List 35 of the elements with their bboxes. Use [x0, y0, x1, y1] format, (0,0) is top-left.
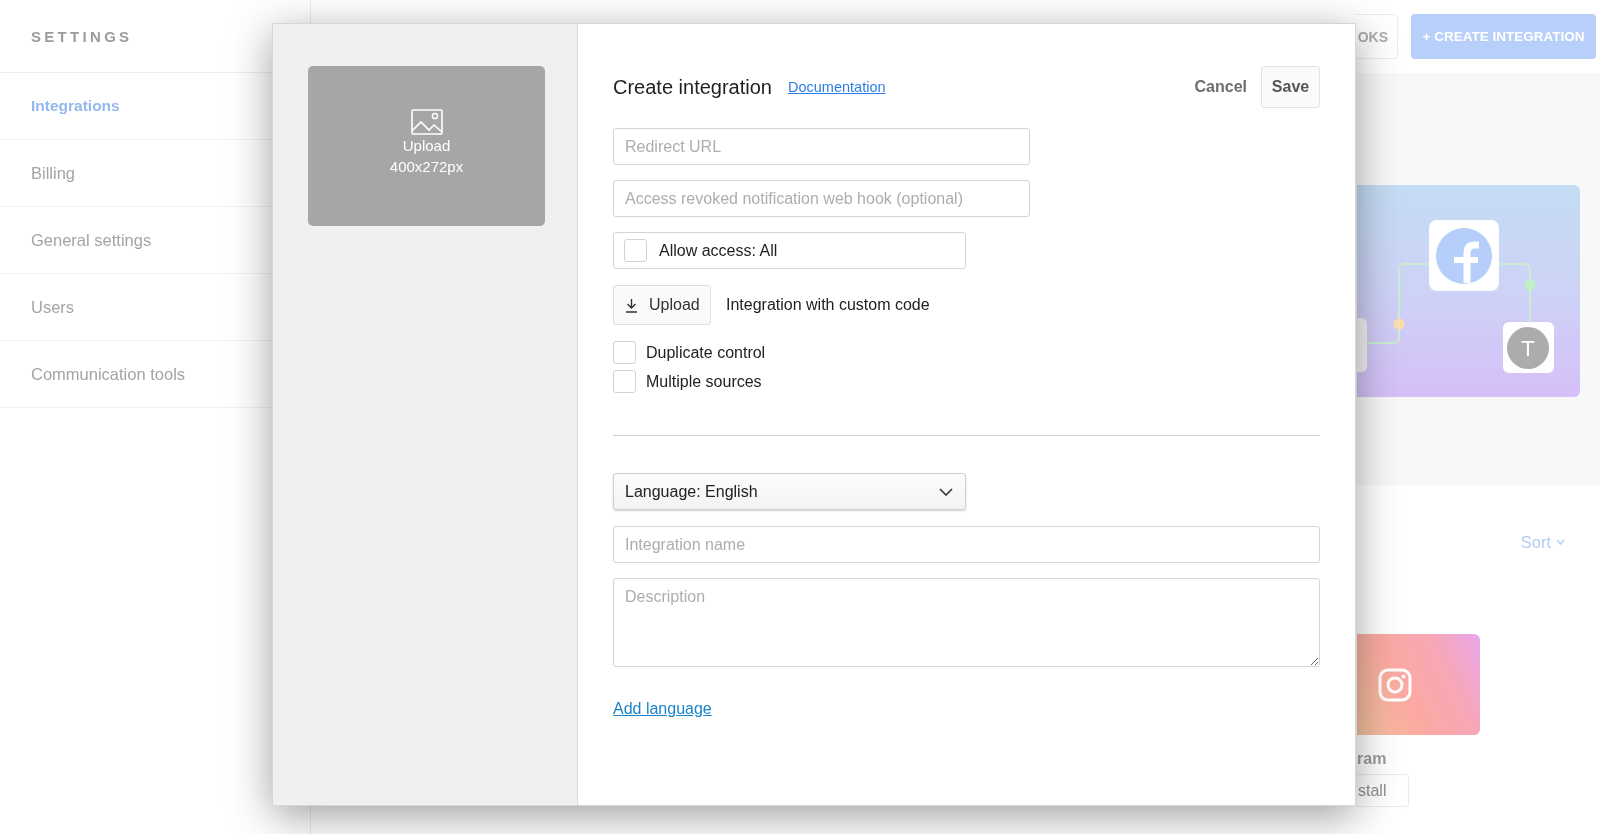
chevron-down-icon — [1556, 539, 1565, 545]
install-button[interactable]: stall — [1357, 774, 1409, 807]
checkbox-label: Allow access: All — [659, 241, 778, 260]
checkbox[interactable] — [624, 239, 647, 262]
download-icon — [625, 297, 638, 313]
image-icon — [410, 109, 443, 135]
card-title: ram — [1357, 749, 1387, 769]
image-upload-button[interactable]: Upload 400x272px — [308, 66, 545, 226]
checkbox-label: Multiple sources — [646, 372, 762, 391]
documentation-link[interactable]: Documentation — [788, 79, 886, 95]
description-field[interactable]: Description — [613, 578, 1320, 667]
dialog-title: Create integration — [613, 75, 772, 99]
webhook-url-field[interactable]: Access revoked notification web hook (optional) — [613, 180, 1030, 217]
save-button[interactable]: Save — [1261, 66, 1320, 108]
create-button[interactable]: + CREATE INTEGRATION — [1411, 14, 1596, 59]
add-language-link[interactable]: Add language — [613, 699, 712, 719]
connector-dot — [1393, 318, 1405, 330]
checkbox-label: Duplicate control — [646, 343, 766, 362]
sort-button[interactable]: Sort — [1520, 532, 1565, 552]
redirect-url-field[interactable]: Redirect URL — [613, 128, 1030, 165]
connector-line — [1498, 263, 1531, 323]
camera-icon — [1378, 667, 1412, 702]
letter-avatar: T — [1507, 327, 1549, 369]
checkbox[interactable] — [613, 370, 636, 393]
upload-label: Integration with custom code — [726, 296, 930, 314]
language-select[interactable]: Language: English — [613, 473, 966, 510]
cancel-button[interactable]: Cancel — [1194, 78, 1247, 96]
checkbox[interactable] — [613, 341, 636, 364]
connector-dot — [1524, 279, 1536, 291]
chevron-down-icon — [939, 487, 953, 496]
f-logo-icon — [1436, 228, 1492, 284]
upload-button[interactable]: Upload — [613, 285, 711, 325]
header-button[interactable]: OKS — [1356, 14, 1398, 59]
sidebar-title: SETTINGS — [31, 27, 133, 45]
integration-name-field[interactable]: Integration name — [613, 526, 1320, 563]
